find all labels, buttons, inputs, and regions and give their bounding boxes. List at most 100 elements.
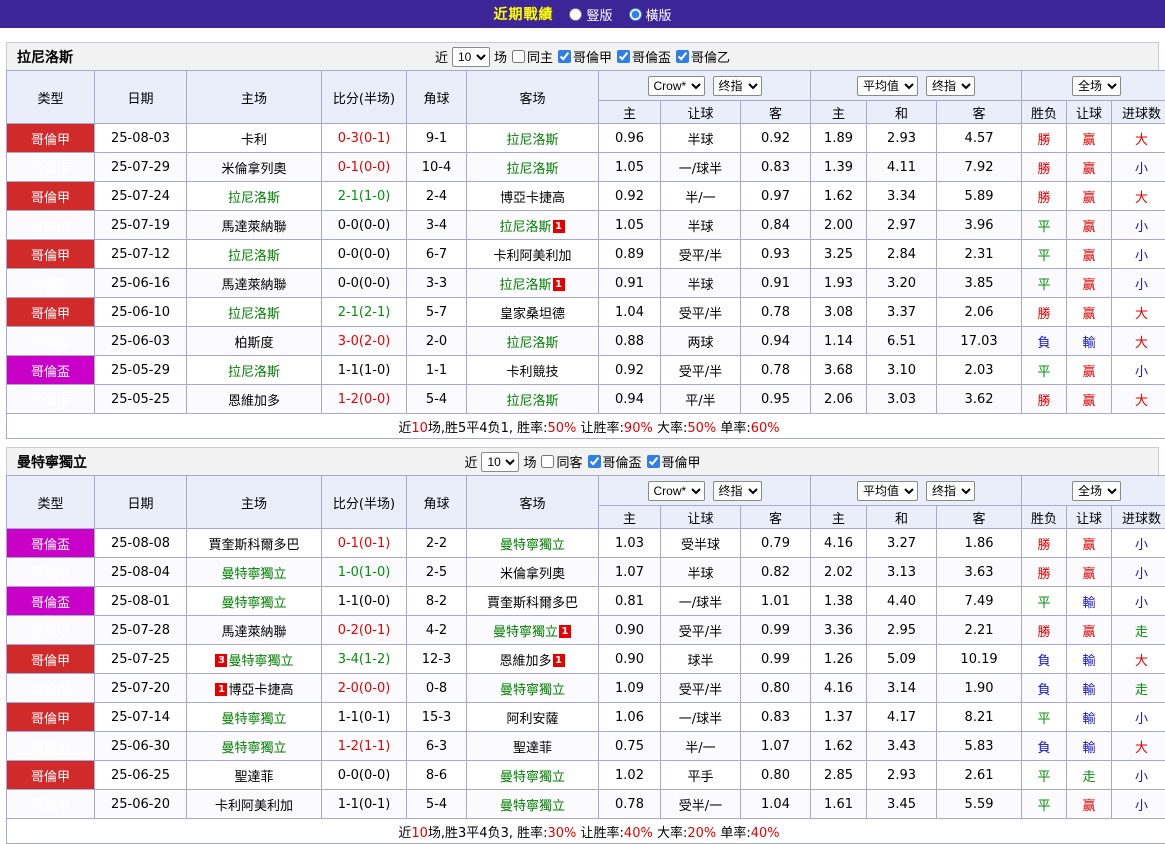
filter-checkbox-1[interactable]: 哥倫甲	[557, 47, 612, 66]
home-team-cell: 曼特寧獨立	[187, 732, 322, 761]
ah-home-odds: 0.96	[599, 124, 661, 153]
eu-home-odds: 1.89	[811, 124, 867, 153]
scope-select[interactable]: 全场	[1072, 76, 1121, 96]
ah-away-odds: 1.04	[741, 790, 811, 819]
eu-source-select[interactable]: 平均值	[857, 481, 918, 501]
europe-odds-group-header: 平均值终指	[811, 71, 1022, 101]
result-handicap: 赢	[1067, 616, 1112, 645]
result-goals: 小	[1112, 153, 1165, 182]
filter-checkbox-input[interactable]	[512, 50, 525, 63]
result-wdl: 平	[1022, 587, 1067, 616]
result-handicap: 赢	[1067, 211, 1112, 240]
eu-stage-select[interactable]: 终指	[926, 76, 975, 96]
panel-header: 拉尼洛斯近10场同主哥倫甲哥倫盃哥倫乙	[6, 42, 1159, 70]
ah-away-odds: 0.80	[741, 761, 811, 790]
away-team-cell: 恩維加多1	[467, 645, 599, 674]
scope-select[interactable]: 全场	[1072, 481, 1121, 501]
filter-checkbox-0[interactable]: 同主	[511, 47, 553, 66]
result-goals: 走	[1112, 674, 1165, 703]
ah-away-odds: 0.93	[741, 240, 811, 269]
result-wdl: 勝	[1022, 182, 1067, 211]
filter-checkbox-2[interactable]: 哥倫甲	[646, 452, 701, 471]
home-team-cell: 米倫拿列奧	[187, 153, 322, 182]
ah-source-select[interactable]: Crow*	[648, 76, 705, 96]
result-handicap: 赢	[1067, 240, 1112, 269]
corners-cell: 5-4	[407, 790, 467, 819]
eu-home-odds: 3.08	[811, 298, 867, 327]
eu-stage-select[interactable]: 终指	[926, 481, 975, 501]
games-count-select[interactable]: 10	[481, 452, 519, 472]
away-team-cell: 曼特寧獨立	[467, 761, 599, 790]
home-team-cell: 拉尼洛斯	[187, 182, 322, 211]
league-cell: 哥倫甲	[7, 645, 95, 674]
corners-cell: 5-7	[407, 298, 467, 327]
filter-checkbox-0[interactable]: 同客	[540, 452, 582, 471]
team-name: 曼特寧獨立	[17, 452, 87, 472]
filter-checkbox-input[interactable]	[617, 50, 630, 63]
filter-checkbox-input[interactable]	[588, 455, 601, 468]
team-link: 卡利競技	[506, 365, 558, 380]
filter-checkbox-input[interactable]	[647, 455, 660, 468]
filter-checkbox-input[interactable]	[558, 50, 571, 63]
eu-away-odds: 5.83	[937, 732, 1022, 761]
filter-checkbox-2[interactable]: 哥倫盃	[616, 47, 671, 66]
ah-line: 受平/半	[661, 356, 741, 385]
team-link: 曼特寧獨立	[221, 712, 286, 727]
ah-stage-select[interactable]: 终指	[713, 481, 762, 501]
team-link: 聖達菲	[234, 770, 273, 785]
eu-away-odds: 7.92	[937, 153, 1022, 182]
ah-stage-select[interactable]: 终指	[713, 76, 762, 96]
eu-away-odds: 7.49	[937, 587, 1022, 616]
games-unit-label: 场	[523, 452, 536, 471]
eu-draw-header: 和	[867, 506, 937, 529]
league-cell: 哥倫甲	[7, 153, 95, 182]
eu-home-odds: 4.16	[811, 529, 867, 558]
score-cell: 2-0(0-0)	[322, 674, 407, 703]
team-link: 拉尼洛斯	[228, 307, 280, 322]
league-cell: 哥倫甲	[7, 558, 95, 587]
ah-source-select[interactable]: Crow*	[648, 481, 705, 501]
vertical-radio-input[interactable]	[569, 8, 582, 21]
filter-checkbox-1[interactable]: 哥倫盃	[587, 452, 642, 471]
league-cell: 哥倫盃	[7, 269, 95, 298]
ah-line: 平手	[661, 761, 741, 790]
eu-home-header: 主	[811, 506, 867, 529]
eu-away-odds: 4.57	[937, 124, 1022, 153]
filter-checkbox-input[interactable]	[676, 50, 689, 63]
corners-cell: 2-2	[407, 529, 467, 558]
ah-away-odds: 0.78	[741, 298, 811, 327]
team-link: 聖達菲	[513, 741, 552, 756]
horizontal-radio-input[interactable]	[629, 8, 642, 21]
result-wdl: 負	[1022, 327, 1067, 356]
result-wdl: 平	[1022, 211, 1067, 240]
match-row: 哥倫甲25-06-25聖達菲0-0(0-0)8-6曼特寧獨立1.02平手0.80…	[7, 761, 1165, 790]
result-goals: 小	[1112, 269, 1165, 298]
result-handicap: 輸	[1067, 645, 1112, 674]
ah-home-odds: 1.04	[599, 298, 661, 327]
ah-home-odds: 0.81	[599, 587, 661, 616]
eu-source-select[interactable]: 平均值	[857, 76, 918, 96]
ah-line: 一/球半	[661, 703, 741, 732]
ah-away-odds: 0.95	[741, 385, 811, 414]
team-link: 曼特寧獨立	[500, 683, 565, 698]
filter-checkbox-3[interactable]: 哥倫乙	[675, 47, 730, 66]
games-count-select[interactable]: 10	[452, 47, 490, 67]
ah-line: 受平/半	[661, 674, 741, 703]
goals-header: 进球数	[1112, 101, 1165, 124]
match-row: 哥倫甲25-06-10拉尼洛斯2-1(2-1)5-7皇家桑坦德1.04受平/半0…	[7, 298, 1165, 327]
filter-checkbox-input[interactable]	[541, 455, 554, 468]
score-cell: 1-1(0-1)	[322, 790, 407, 819]
layout-radio-vertical[interactable]: 豎版	[569, 5, 612, 24]
layout-radio-horizontal[interactable]: 橫版	[629, 5, 672, 24]
ah-home-header: 主	[599, 101, 661, 124]
ah-line: 受半/一	[661, 790, 741, 819]
eu-draw-odds: 4.11	[867, 153, 937, 182]
away-team-cell: 阿利安薩	[467, 703, 599, 732]
ah-line: 半/一	[661, 182, 741, 211]
ah-away-odds: 0.91	[741, 269, 811, 298]
eu-home-odds: 1.39	[811, 153, 867, 182]
score-cell: 1-2(1-1)	[322, 732, 407, 761]
result-goals: 小	[1112, 356, 1165, 385]
col-date-header: 日期	[95, 476, 187, 529]
col-corners-header: 角球	[407, 476, 467, 529]
